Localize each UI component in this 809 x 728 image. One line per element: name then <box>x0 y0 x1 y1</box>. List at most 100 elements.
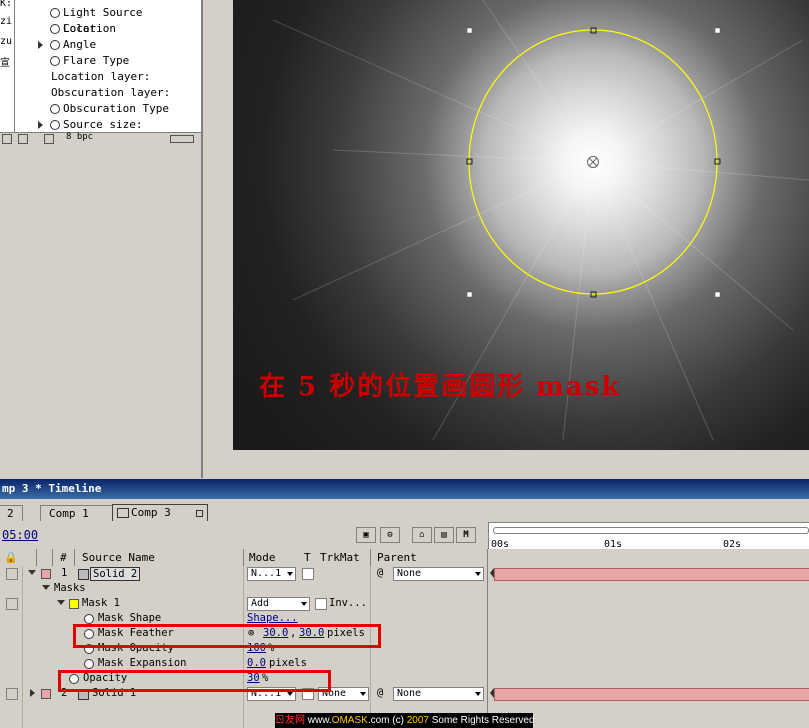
layer-number: 1 <box>61 567 68 579</box>
side-label: K: <box>0 0 13 9</box>
inverted-checkbox[interactable] <box>315 598 327 610</box>
preserve-transparency-checkbox[interactable] <box>302 568 314 580</box>
watermark-year: 2007 <box>406 715 429 726</box>
solid-icon <box>78 569 89 580</box>
header-t: T <box>304 551 311 564</box>
comp-icon <box>117 508 129 518</box>
parent-pickwhip-icon[interactable]: @ <box>377 686 383 701</box>
empty-panel-area <box>0 144 201 479</box>
watermark-www: www. <box>307 715 332 726</box>
lock-icon[interactable]: 🔒 <box>4 549 18 566</box>
time-ruler[interactable]: 00s 01s 02s <box>488 522 809 550</box>
twirl-down-icon[interactable] <box>57 600 65 605</box>
parent-dropdown[interactable]: None <box>393 687 484 701</box>
twirl-right-icon[interactable] <box>38 121 43 129</box>
watermark-rest: .com (c) <box>367 715 407 726</box>
bbox-handle[interactable] <box>466 291 473 298</box>
property-row-obscuration-type[interactable]: Obscuration Type <box>14 101 201 117</box>
header-trkmat[interactable]: TrkMat <box>320 549 360 566</box>
frame-blending-button[interactable]: ▤ <box>434 527 454 543</box>
preview-button[interactable]: ⚙ <box>380 527 400 543</box>
timeline-column-headers: 🔒 # Source Name Mode T TrkMat Parent <box>0 549 809 567</box>
mask-row-mask-1[interactable]: Mask 1 Add Inv... <box>0 596 809 611</box>
stopwatch-icon[interactable] <box>84 614 94 624</box>
header-parent[interactable]: Parent <box>377 549 417 566</box>
layer-duration-bar[interactable] <box>494 688 809 701</box>
stopwatch-icon[interactable] <box>84 659 94 669</box>
masks-group-label: Masks <box>54 582 86 594</box>
mask-name[interactable]: Mask 1 <box>82 596 120 611</box>
layer-label-color[interactable] <box>41 689 51 699</box>
property-label: Flare Type <box>63 54 130 67</box>
inverted-label: Inv... <box>329 597 367 609</box>
bbox-handle[interactable] <box>466 27 473 34</box>
property-row-obscuration-layer[interactable]: Obscuration layer: <box>14 85 201 101</box>
effect-controls-panel: K: zi zu 宣 Light Source Location Color A… <box>0 0 201 145</box>
work-area-bar[interactable] <box>493 527 809 534</box>
timeline-title: mp 3 * Timeline <box>2 482 102 495</box>
property-label: Location layer: <box>51 70 151 83</box>
current-time[interactable]: 05:00 <box>2 528 38 542</box>
twirl-down-icon[interactable] <box>42 585 50 590</box>
property-row-source-size[interactable]: Source size: <box>14 117 201 133</box>
folder-icon[interactable] <box>2 134 12 144</box>
layer-label-color[interactable] <box>41 569 51 579</box>
composition-viewer[interactable]: 在 5 秒的位置画圆形 mask <box>233 0 809 450</box>
mask-color-swatch[interactable] <box>69 599 79 609</box>
highlight-opacity <box>58 670 331 692</box>
layer-duration-bar[interactable] <box>494 568 809 581</box>
stopwatch-icon[interactable] <box>50 24 60 34</box>
timeline-tabs: 2 Comp 1 Comp 3 <box>0 499 809 522</box>
property-row-flare-type[interactable]: Flare Type <box>14 53 201 69</box>
bbox-handle[interactable] <box>714 291 721 298</box>
property-row-light-source-location[interactable]: Light Source Location <box>14 5 201 35</box>
highlight-mask-feather <box>73 624 381 648</box>
property-label: Source size: <box>63 118 143 131</box>
property-row-angle[interactable]: Angle <box>14 37 201 53</box>
visibility-toggle[interactable] <box>6 568 18 580</box>
header-source-name[interactable]: Source Name <box>82 549 155 566</box>
masks-group-row[interactable]: Masks <box>0 581 809 596</box>
stopwatch-icon[interactable] <box>50 8 60 18</box>
motion-blur-button[interactable]: M <box>456 527 476 543</box>
mask-mode-dropdown[interactable]: Add <box>247 597 310 611</box>
close-tab-icon[interactable] <box>196 510 203 517</box>
trash-icon[interactable] <box>44 134 54 144</box>
tab-comp-3[interactable]: Comp 3 <box>112 504 208 522</box>
draft-3d-button[interactable]: ⌂ <box>412 527 432 543</box>
tab-label: Comp 3 <box>131 506 171 519</box>
scroll-icon[interactable] <box>170 135 194 143</box>
mask-expansion-row[interactable]: Mask Expansion 0.0 pixels <box>0 656 809 671</box>
header-number: # <box>60 551 67 564</box>
visibility-toggle[interactable] <box>6 688 18 700</box>
layer-name[interactable]: Solid 2 <box>90 567 141 581</box>
watermark-footer: ㄖ友网 www.OMASK.com (c) 2007 Some Rights R… <box>275 713 535 728</box>
header-mode[interactable]: Mode <box>249 549 276 566</box>
parent-dropdown[interactable]: None <box>393 567 484 581</box>
bbox-handle[interactable] <box>714 27 721 34</box>
new-comp-icon[interactable] <box>18 134 28 144</box>
property-label: Obscuration Type <box>63 102 169 115</box>
twirl-right-icon[interactable] <box>38 41 43 49</box>
twirl-down-icon[interactable] <box>28 570 36 575</box>
twirl-right-icon[interactable] <box>30 689 35 697</box>
property-label: Obscuration layer: <box>51 86 171 99</box>
property-row-location-layer[interactable]: Location layer: <box>14 69 201 85</box>
bit-depth-label[interactable]: 8 bpc <box>66 132 93 142</box>
property-row-color[interactable]: Color <box>14 21 201 37</box>
layer-row-solid-2[interactable]: 1 Solid 2 N...1 @ None <box>0 566 809 581</box>
mask-expansion-value[interactable]: 0.0 <box>247 656 266 671</box>
watermark-domain: OMASK <box>331 715 368 726</box>
mask-lock-toggle[interactable] <box>6 598 18 610</box>
stopwatch-icon[interactable] <box>50 40 60 50</box>
parent-pickwhip-icon[interactable]: @ <box>377 566 383 581</box>
tutorial-caption: 在 5 秒的位置画圆形 mask <box>259 372 622 402</box>
tab-2[interactable]: 2 <box>0 505 23 521</box>
comp-flowchart-button[interactable]: ▣ <box>356 527 376 543</box>
mode-dropdown[interactable]: N...1 <box>247 567 296 581</box>
stopwatch-icon[interactable] <box>50 120 60 130</box>
tab-comp-1[interactable]: Comp 1 <box>40 505 114 521</box>
stopwatch-icon[interactable] <box>50 56 60 66</box>
side-label: zi <box>0 16 13 27</box>
stopwatch-icon[interactable] <box>50 104 60 114</box>
